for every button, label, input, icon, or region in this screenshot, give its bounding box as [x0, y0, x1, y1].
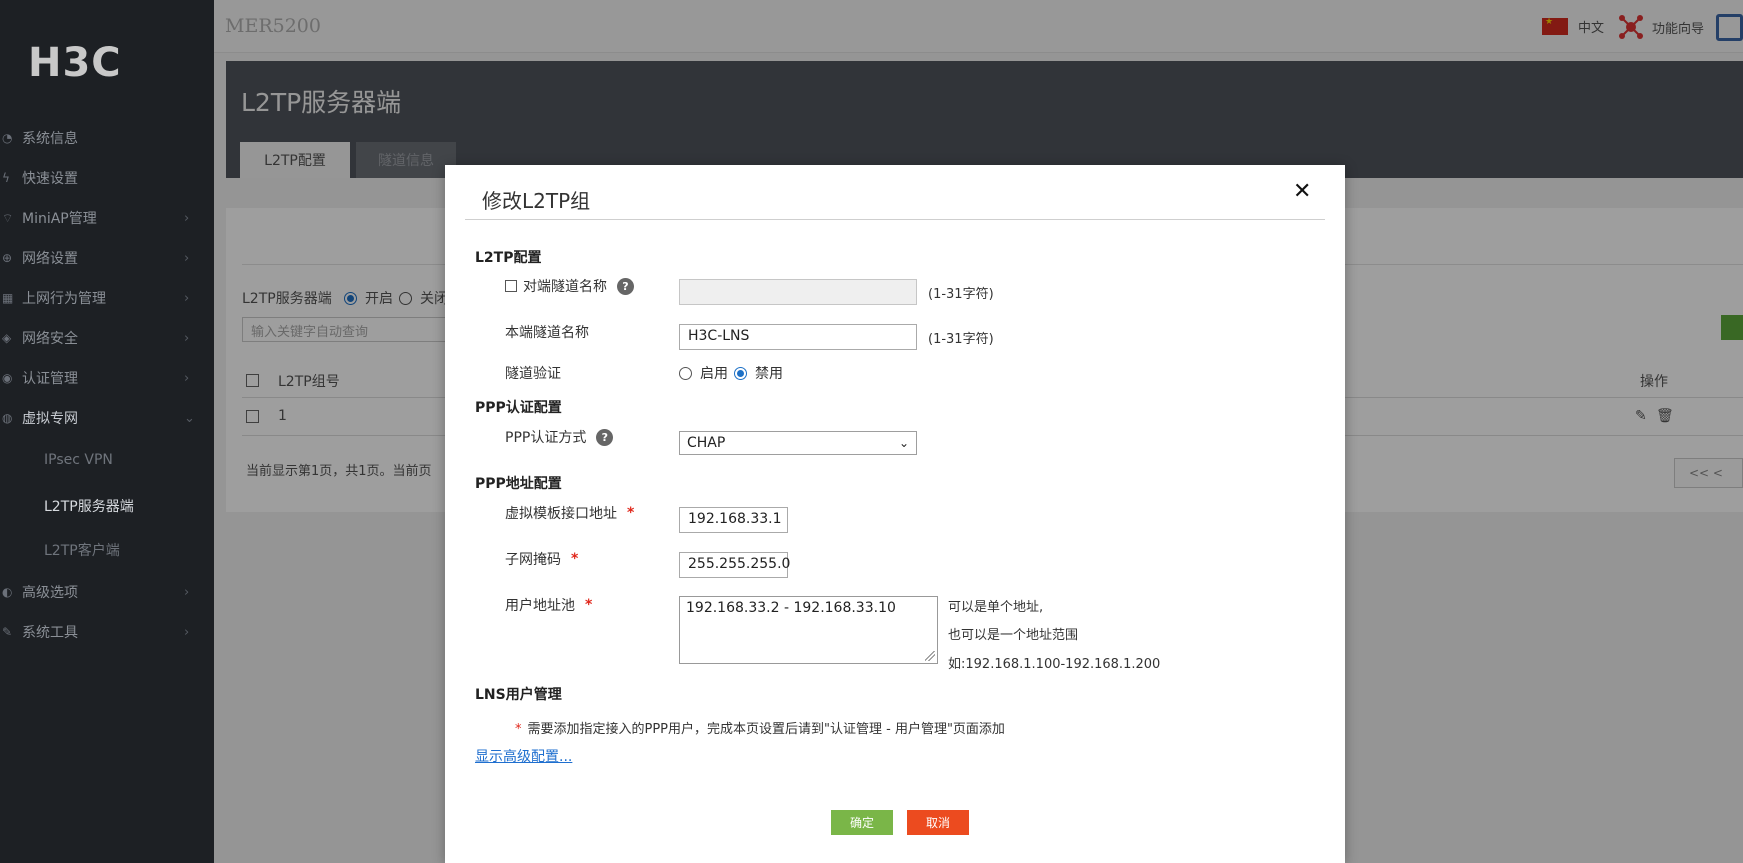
local-tunnel-hint: (1-31字符) — [928, 332, 994, 347]
section-ppp-address: PPP地址配置 — [475, 476, 562, 492]
peer-tunnel-input[interactable] — [679, 279, 917, 305]
lightning-icon: ϟ — [2, 171, 10, 185]
confirm-button[interactable]: 确定 — [831, 810, 893, 835]
peer-tunnel-hint: (1-31字符) — [928, 287, 994, 302]
subnet-mask-input[interactable]: 255.255.255.0 — [679, 552, 790, 578]
sidebar-subitem-l2tp-client[interactable]: L2TP客户端 — [0, 528, 214, 572]
sidebar-item-miniap[interactable]: ⌔ MiniAP管理 › — [0, 198, 214, 238]
sidebar-item-security[interactable]: ◈ 网络安全 › — [0, 318, 214, 358]
chevron-right-icon: › — [184, 330, 190, 346]
section-lns-user: LNS用户管理 — [475, 687, 562, 703]
behavior-icon: ▦ — [2, 291, 14, 305]
address-pool-label: 用户地址池 * — [505, 597, 593, 614]
sidebar-item-auth[interactable]: ◉ 认证管理 › — [0, 358, 214, 398]
sidebar-item-network[interactable]: ⊕ 网络设置 › — [0, 238, 214, 278]
help-icon[interactable]: ? — [596, 428, 614, 446]
local-tunnel-label: 本端隧道名称 — [505, 325, 589, 341]
auth-icon: ◉ — [2, 371, 13, 385]
chevron-right-icon: › — [184, 290, 190, 306]
peer-tunnel-label: 对端隧道名称 ? — [505, 276, 634, 296]
dialog-title: 修改L2TP组 — [482, 189, 591, 213]
sidebar-subitem-ipsec[interactable]: IPsec VPN — [0, 438, 214, 482]
dashboard-icon: ◔ — [2, 131, 13, 145]
ppp-auth-select[interactable]: CHAP ⌄ — [679, 431, 917, 455]
section-l2tp-config: L2TP配置 — [475, 250, 542, 266]
pool-hint-1: 可以是单个地址, — [948, 600, 1044, 615]
tools-icon: ✎ — [2, 625, 13, 639]
cancel-button[interactable]: 取消 — [907, 810, 969, 835]
chevron-right-icon: › — [184, 250, 190, 266]
tunnel-auth-enable-radio[interactable] — [679, 366, 692, 380]
required-star: * — [515, 722, 522, 737]
sidebar-item-vpn[interactable]: ◍ 虚拟专网 ⌄ — [0, 398, 214, 438]
tunnel-auth-disable-radio[interactable] — [734, 366, 747, 380]
resize-grip-icon[interactable] — [925, 651, 935, 661]
chevron-right-icon: › — [184, 584, 190, 600]
h3c-logo: H3C — [28, 40, 122, 86]
section-ppp-auth: PPP认证配置 — [475, 400, 562, 416]
ppp-auth-label: PPP认证方式 ? — [505, 427, 614, 447]
address-pool-textarea[interactable]: 192.168.33.2 - 192.168.33.10 — [679, 596, 938, 664]
required-star: * — [571, 551, 579, 567]
sidebar-item-system-info[interactable]: ◔ 系统信息 — [0, 118, 214, 158]
sidebar-item-quick-setup[interactable]: ϟ 快速设置 — [0, 158, 214, 198]
lns-user-note: * 需要添加指定接入的PPP用户，完成本页设置后请到"认证管理 - 用户管理"页面… — [515, 722, 1005, 737]
tunnel-auth-radio-group: 启用 禁用 — [679, 363, 783, 383]
chevron-down-icon: ⌄ — [184, 410, 195, 426]
network-icon: ⊕ — [2, 251, 13, 265]
shield-icon: ◈ — [2, 331, 12, 345]
subnet-mask-label: 子网掩码 * — [505, 551, 579, 568]
help-icon[interactable]: ? — [617, 277, 634, 295]
vt-address-input[interactable]: 192.168.33.1 — [679, 507, 788, 533]
advanced-icon: ◐ — [2, 585, 13, 599]
close-icon[interactable]: ✕ — [1293, 179, 1311, 204]
pool-hint-2: 也可以是一个地址范围 — [948, 628, 1079, 643]
edit-l2tp-group-dialog: 修改L2TP组 ✕ L2TP配置 对端隧道名称 ? (1-31字符) 本端隧道名… — [445, 165, 1345, 863]
chevron-right-icon: › — [184, 370, 190, 386]
required-star: * — [627, 505, 635, 521]
pool-hint-3: 如:192.168.1.100-192.168.1.200 — [948, 657, 1161, 672]
local-tunnel-input[interactable]: H3C-LNS — [679, 324, 917, 350]
ap-icon: ⌔ — [2, 210, 14, 225]
vt-address-label: 虚拟模板接口地址 * — [505, 505, 635, 522]
tunnel-auth-label: 隧道验证 — [505, 366, 561, 382]
sidebar-item-advanced[interactable]: ◐ 高级选项 › — [0, 572, 214, 612]
sidebar-item-behavior[interactable]: ▦ 上网行为管理 › — [0, 278, 214, 318]
sidebar: H3C ◔ 系统信息 ϟ 快速设置 ⌔ MiniAP管理 › ⊕ 网络设置 › … — [0, 0, 214, 863]
vpn-icon: ◍ — [2, 411, 13, 425]
chevron-right-icon: › — [184, 210, 190, 226]
required-star: * — [585, 597, 593, 613]
peer-tunnel-checkbox[interactable] — [505, 280, 517, 292]
sidebar-item-tools[interactable]: ✎ 系统工具 › — [0, 612, 214, 652]
show-advanced-link[interactable]: 显示高级配置... — [475, 746, 572, 766]
sidebar-subitem-l2tp-server[interactable]: L2TP服务器端 — [0, 484, 214, 528]
chevron-right-icon: › — [184, 624, 190, 640]
chevron-down-icon: ⌄ — [898, 436, 909, 450]
